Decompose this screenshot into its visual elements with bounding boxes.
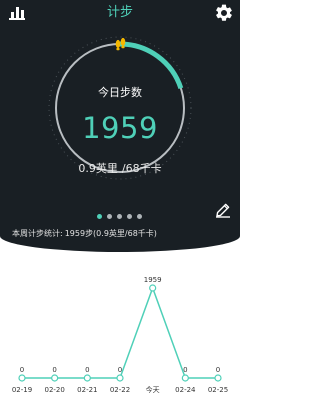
data-label: 0 [183,366,187,374]
app-screen: 计步 今日步数 1959 0.9英里 /68千卡 本周计步统计: 1959步(0… [0,0,240,400]
gear-icon [216,4,232,21]
today-summary: 0.9英里/68千卡 [46,162,194,176]
settings-button[interactable] [214,3,234,23]
data-point [149,284,157,292]
pencil-icon [216,203,230,218]
data-point [83,374,91,382]
data-point [51,374,59,382]
data-label: 0 [118,366,122,374]
page-indicator [97,214,143,220]
dial-graphic [48,36,192,180]
page-dot-3[interactable] [117,214,122,219]
page-dot-5[interactable] [137,214,142,219]
x-tick-label: 02-20 [44,386,64,394]
series-line [22,285,218,379]
distance-value: 0.9英里 [78,162,118,175]
calories-value: /68千卡 [121,162,162,175]
weekly-summary-label: 本周计步统计: [12,229,63,238]
dial-label: 今日步数 [98,86,142,99]
weekly-steps-chart-svg: 0 02-19 0 02-20 0 02-21 0 02-22 1959 今天 0 02-24 0 02-… [12,276,228,394]
x-tick-label: 02-19 [12,386,32,394]
data-point [214,374,222,382]
x-tick-label: 02-21 [77,386,97,394]
data-label: 0 [216,366,220,374]
data-label: 0 [85,366,89,374]
data-point [181,374,189,382]
x-tick-label: 02-24 [175,386,196,394]
edit-button[interactable] [214,201,232,219]
dial-progress-arc [119,41,184,90]
header: 计步 [0,0,240,28]
data-label: 0 [20,366,24,374]
step-dial: 今日步数 1959 0.9英里/68千卡 [46,34,194,182]
weekly-steps-chart: 0 02-19 0 02-20 0 02-21 0 02-22 1959 今天 0 02-24 0 02-… [0,252,240,400]
x-tick-label: 02-22 [110,386,130,394]
data-label: 1959 [144,276,162,284]
step-count: 1959 [82,111,158,145]
data-label: 0 [52,366,56,374]
x-tick-label: 02-25 [208,386,228,394]
x-tick-label: 今天 [146,385,160,394]
data-point [18,374,26,382]
page-dot-1[interactable] [97,214,102,219]
data-point [116,374,124,382]
page-dot-4[interactable] [127,214,132,219]
top-panel: 计步 今日步数 1959 0.9英里 /68千卡 本周计步统计: 1959步(0… [0,0,240,252]
weekly-summary-value: 1959步(0.9英里/68千卡) [64,229,157,238]
page-title: 计步 [106,5,133,20]
page-dot-2[interactable] [107,214,112,219]
dial-outer-dotted-ring [48,36,192,180]
weekly-summary: 本周计步统计: 1959步(0.9英里/68千卡) [12,229,157,239]
